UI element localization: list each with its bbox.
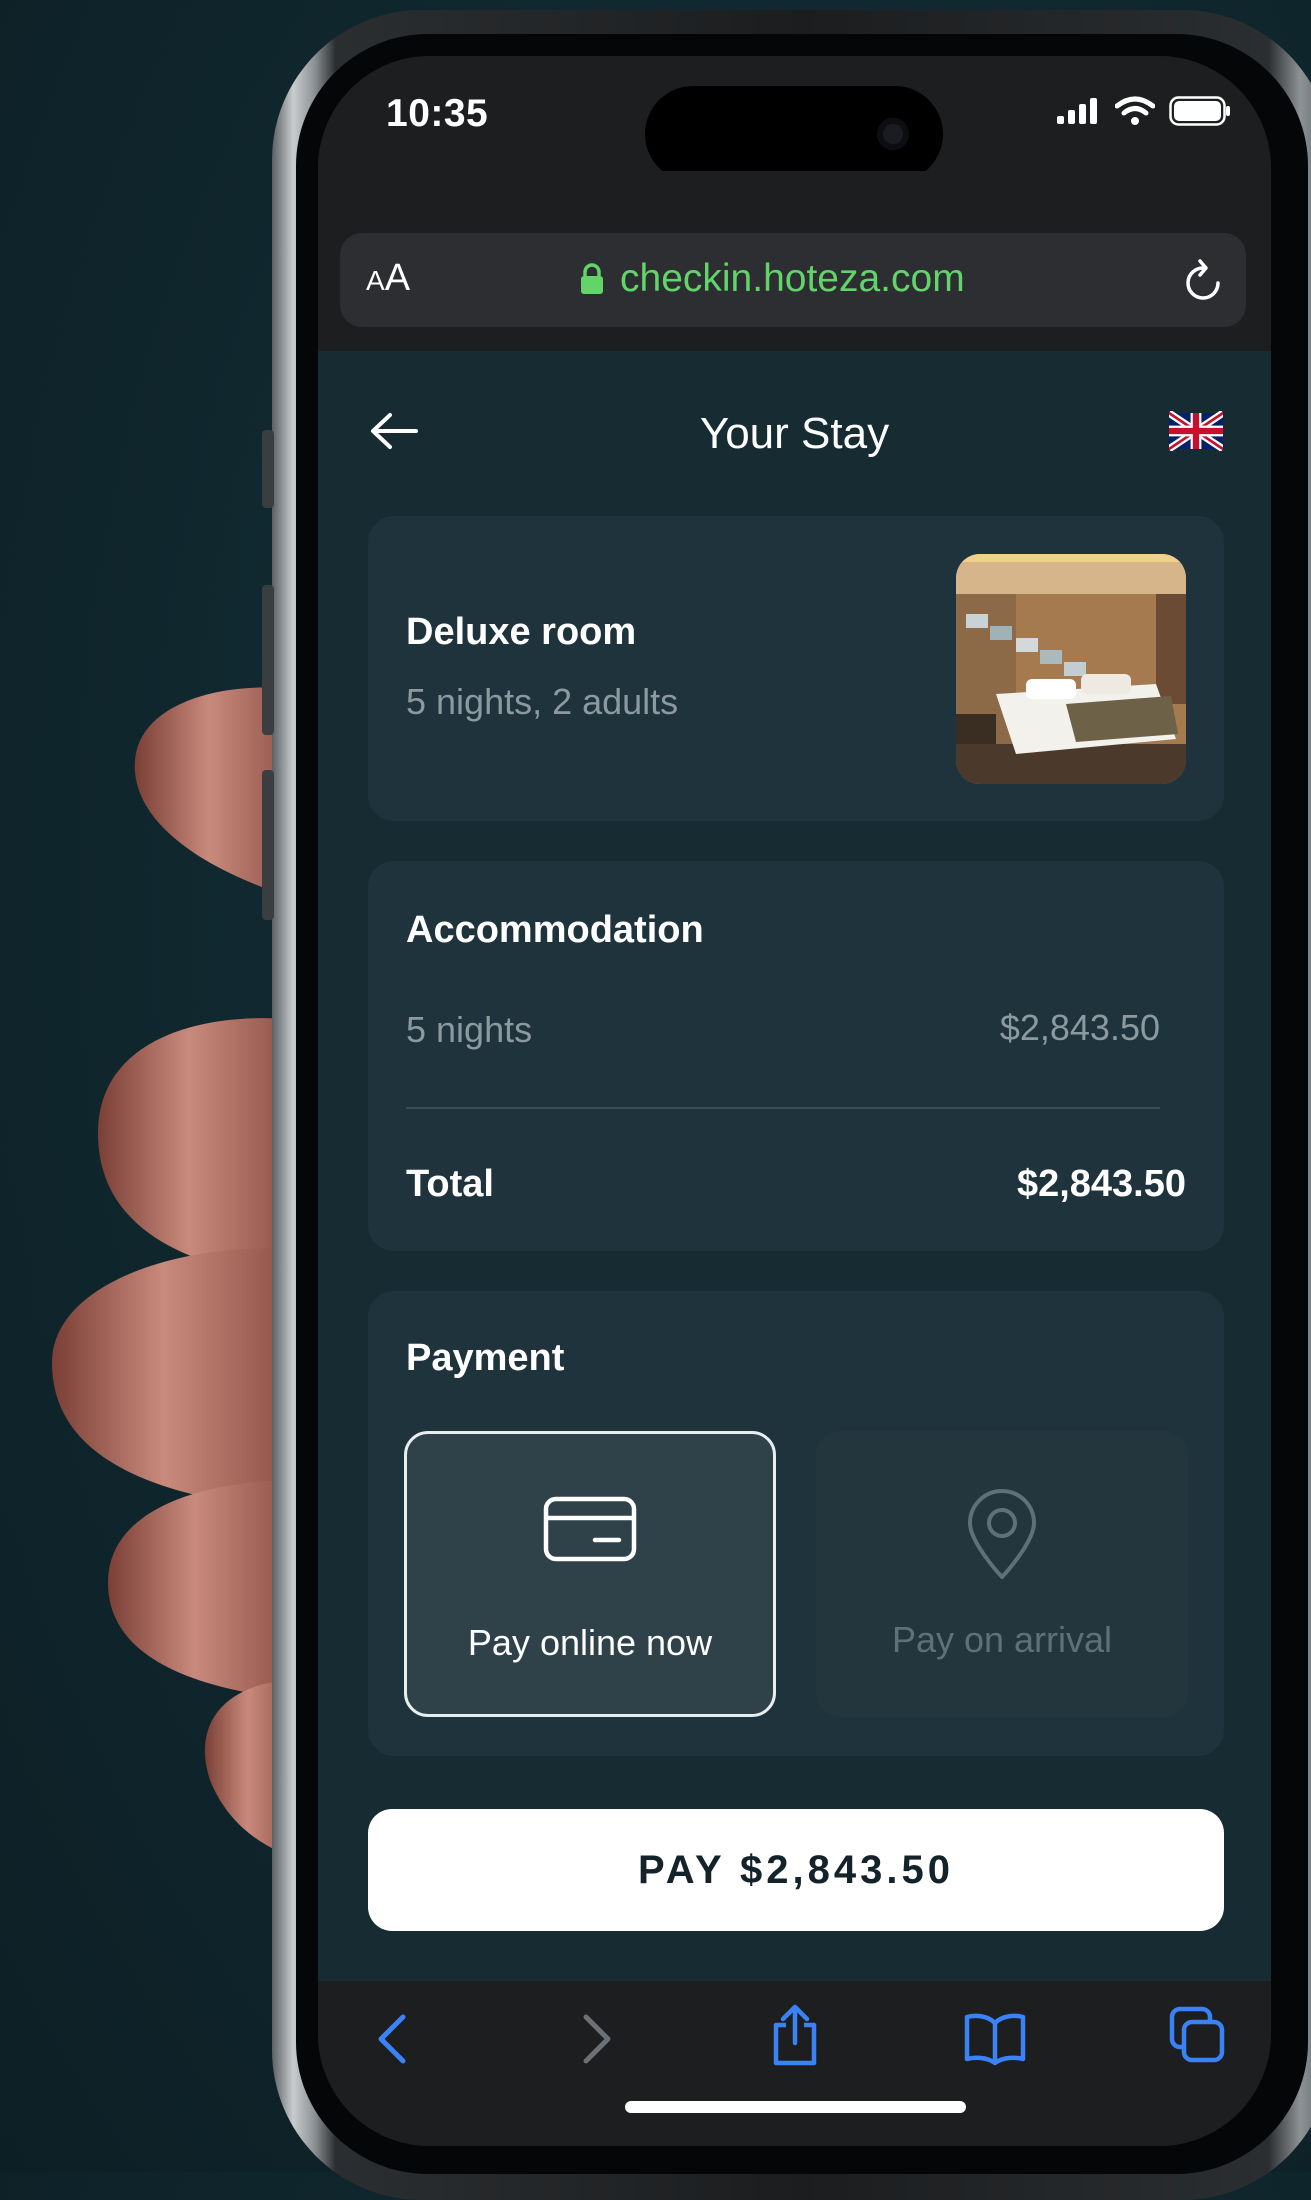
- phone-side-button: [262, 430, 274, 508]
- status-time: 10:35: [386, 92, 489, 135]
- payment-card: Payment Pay online now Pay on arrival: [368, 1291, 1224, 1756]
- url-field[interactable]: checkin.hoteza.com: [580, 257, 965, 301]
- status-bar: 10:35: [318, 56, 1271, 182]
- status-icons: [1057, 96, 1231, 126]
- browser-toolbar: [318, 1981, 1271, 2146]
- text-size-button[interactable]: AA: [366, 257, 410, 300]
- url-text: checkin.hoteza.com: [620, 257, 965, 300]
- pay-button[interactable]: PAY $2,843.50: [368, 1809, 1224, 1931]
- pay-online-option[interactable]: Pay online now: [404, 1431, 776, 1717]
- web-content: Your Stay Deluxe room 5 nights, 2 adults: [318, 351, 1271, 1981]
- address-bar[interactable]: AA checkin.hoteza.com: [340, 233, 1246, 327]
- pay-on-arrival-label: Pay on arrival: [891, 1619, 1113, 1660]
- nights-label: 5 nights: [406, 1009, 533, 1050]
- browser-address-area: AA checkin.hoteza.com: [318, 171, 1271, 351]
- phone-volume-up: [262, 585, 274, 735]
- bookmarks-icon[interactable]: [963, 2011, 1027, 2067]
- phone-screen: 10:35 AA checkin.hoteza.com Your Stay De…: [318, 56, 1271, 2146]
- phone-volume-down: [262, 770, 274, 920]
- home-indicator[interactable]: [625, 2101, 966, 2113]
- pay-online-label: Pay online now: [467, 1622, 713, 1663]
- dynamic-island: [645, 86, 943, 182]
- page-title: Your Stay: [699, 409, 890, 458]
- location-pin-icon: [968, 1489, 1036, 1579]
- total-value: $2,843.50: [1016, 1163, 1186, 1205]
- signal-icon: [1057, 98, 1097, 124]
- pay-on-arrival-option[interactable]: Pay on arrival: [816, 1431, 1188, 1717]
- page-header: Your Stay: [318, 351, 1271, 516]
- battery-icon: [1169, 96, 1230, 126]
- uk-flag-icon[interactable]: [1169, 411, 1223, 451]
- share-icon[interactable]: [770, 2003, 820, 2067]
- browser-forward-icon[interactable]: [576, 2011, 616, 2067]
- reload-icon[interactable]: [1182, 255, 1226, 303]
- payment-heading: Payment: [406, 1337, 565, 1379]
- room-card: Deluxe room 5 nights, 2 adults: [368, 516, 1224, 821]
- room-details: 5 nights, 2 adults: [406, 681, 679, 722]
- accommodation-heading: Accommodation: [406, 909, 704, 951]
- credit-card-icon: [543, 1496, 637, 1562]
- room-name: Deluxe room: [406, 611, 637, 653]
- nights-price: $2,843.50: [999, 1007, 1160, 1048]
- divider: [406, 1107, 1160, 1109]
- lock-icon: [581, 263, 603, 294]
- total-label: Total: [406, 1163, 494, 1205]
- room-photo: [956, 554, 1186, 784]
- tabs-icon[interactable]: [1168, 2005, 1226, 2065]
- accommodation-card: Accommodation 5 nights $2,843.50 Total $…: [368, 861, 1224, 1251]
- browser-back-icon[interactable]: [373, 2011, 413, 2067]
- wifi-icon: [1115, 96, 1155, 125]
